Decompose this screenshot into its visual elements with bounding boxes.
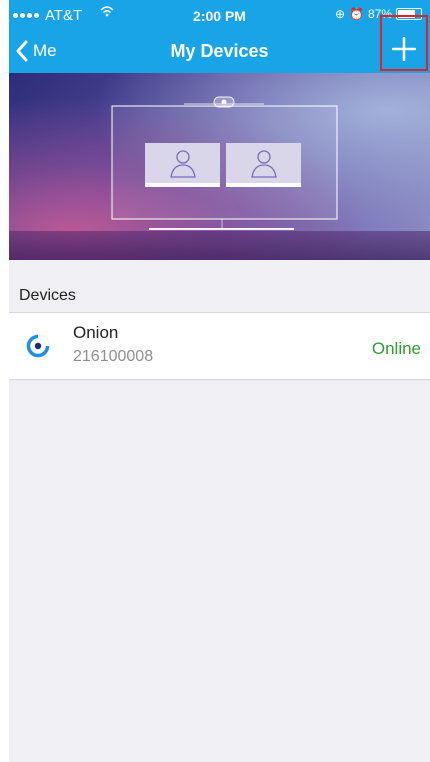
page-title: My Devices bbox=[170, 41, 269, 61]
rotation-lock-icon: ⊕ bbox=[334, 7, 346, 21]
hero-banner bbox=[9, 73, 430, 260]
alarm-icon: ⏰ bbox=[349, 7, 364, 21]
top-bar: AT&T 2:00 PM ⊕ ⏰ 87% Me My Devices bbox=[9, 0, 430, 73]
devices-section-header: Devices bbox=[9, 260, 430, 312]
navigation-bar: Me My Devices bbox=[9, 15, 430, 73]
video-call-illustration bbox=[111, 96, 338, 230]
device-id: 216100008 bbox=[73, 348, 154, 365]
section-label: Devices bbox=[19, 287, 76, 304]
device-row[interactable]: Onion 216100008 Online bbox=[9, 312, 430, 380]
device-name: Onion bbox=[73, 323, 119, 342]
plus-icon bbox=[392, 37, 416, 61]
status-bar: AT&T 2:00 PM ⊕ ⏰ 87% bbox=[9, 0, 430, 30]
app-screen: AT&T 2:00 PM ⊕ ⏰ 87% Me My Devices Devic… bbox=[9, 0, 430, 762]
onion-device-icon bbox=[26, 334, 50, 358]
device-status: Online bbox=[371, 339, 421, 358]
add-device-button[interactable] bbox=[380, 15, 428, 71]
